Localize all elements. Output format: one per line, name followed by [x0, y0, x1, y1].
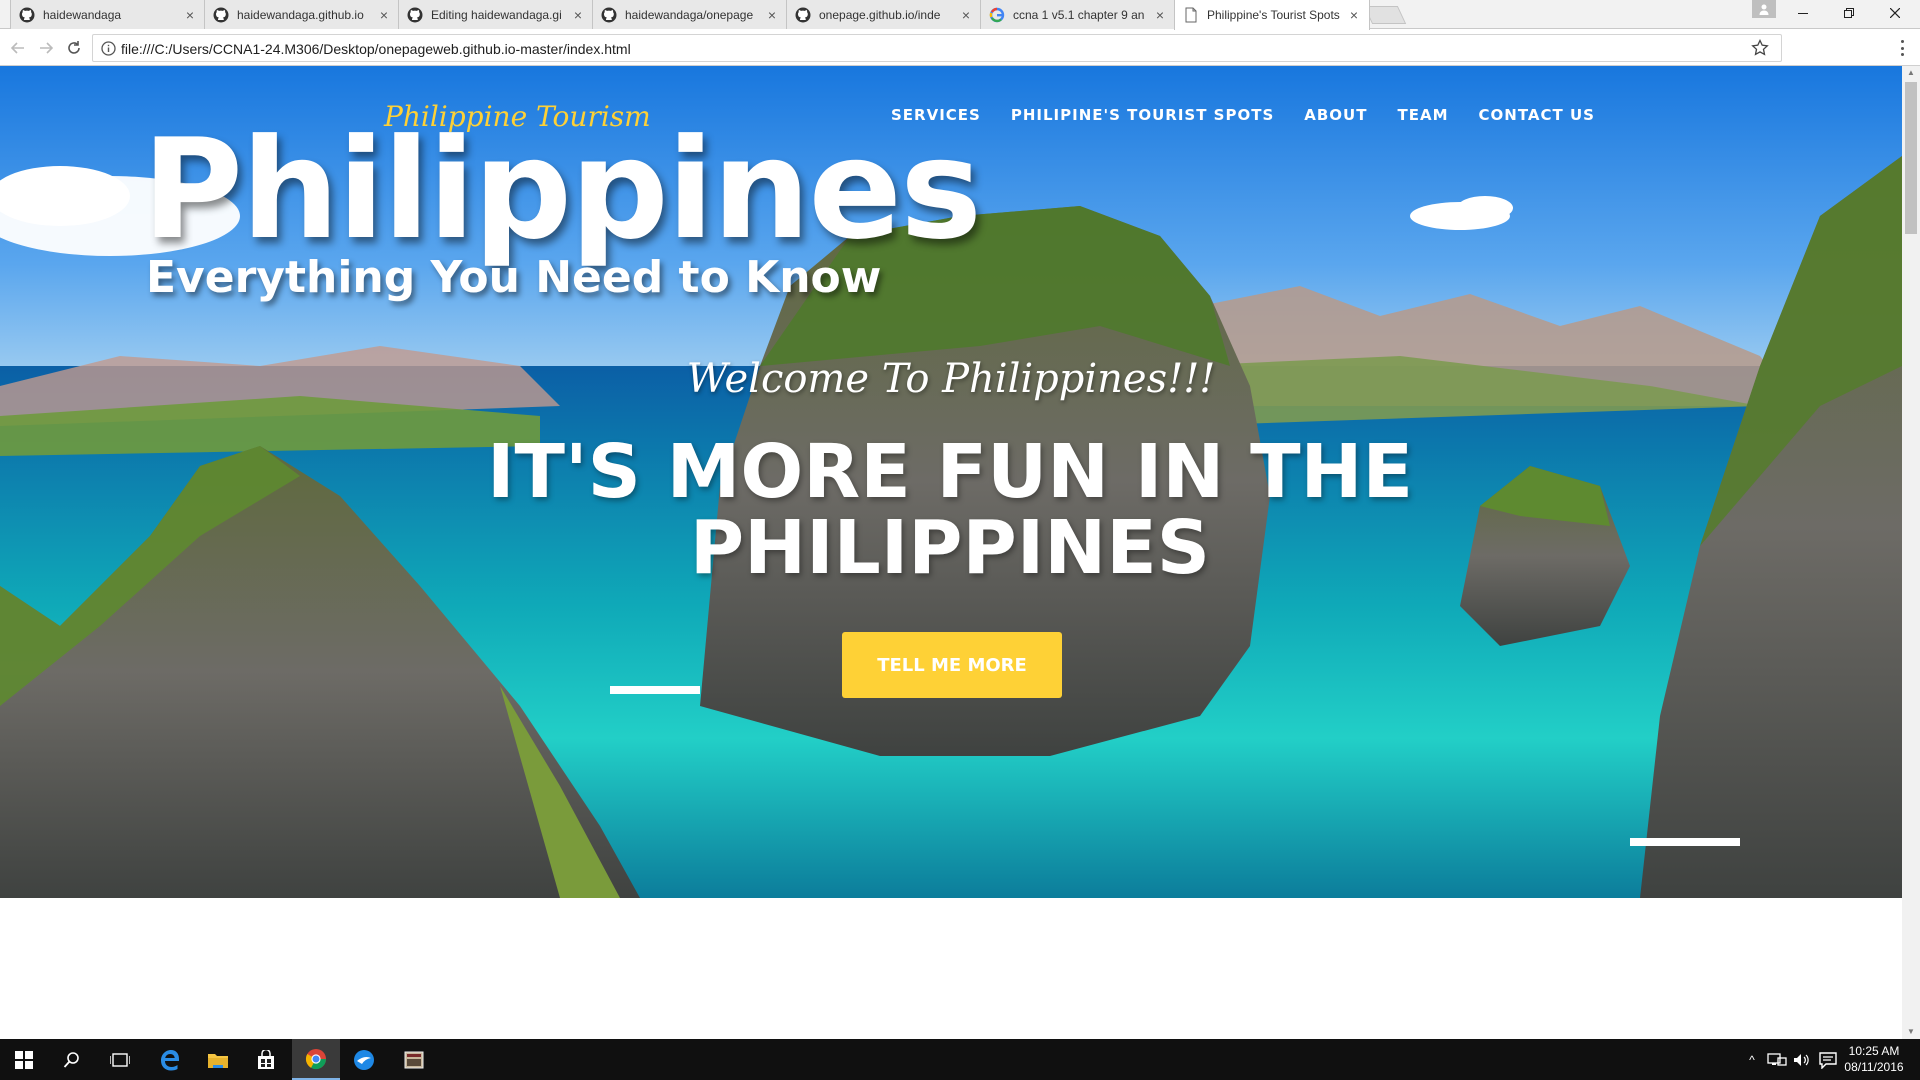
clock-time: 10:25 AM: [1848, 1044, 1900, 1058]
app-bird-icon[interactable]: [340, 1039, 388, 1080]
back-icon[interactable]: [8, 38, 28, 58]
scroll-down-icon[interactable]: ▼: [1902, 1025, 1920, 1039]
browser-tab[interactable]: haidewandaga.github.io ×: [204, 0, 400, 29]
minimize-icon[interactable]: [1780, 0, 1826, 26]
github-icon: [213, 7, 229, 22]
page-scrollbar[interactable]: ▲ ▼: [1902, 66, 1920, 1039]
google-icon: [989, 7, 1005, 22]
task-view-icon[interactable]: [96, 1039, 144, 1080]
edge-browser-icon[interactable]: [146, 1039, 194, 1080]
network-icon[interactable]: [1766, 1052, 1788, 1068]
scroll-thumb[interactable]: [1905, 82, 1917, 234]
tab-title: onepage.github.io/inde: [819, 7, 941, 22]
github-icon: [795, 7, 811, 22]
browser-toolbar: file:///C:/Users/CCNA1-24.M306/Desktop/o…: [0, 30, 1920, 66]
restore-icon[interactable]: [1826, 0, 1872, 26]
close-icon[interactable]: ×: [1153, 8, 1167, 22]
menu-icon[interactable]: [1896, 38, 1908, 58]
windows-start-icon[interactable]: [0, 1039, 48, 1080]
browser-tab[interactable]: haidewandaga ×: [10, 0, 206, 29]
page-icon: [1185, 7, 1197, 23]
browser-tab[interactable]: Editing haidewandaga.gi ×: [398, 0, 594, 29]
store-icon[interactable]: [242, 1039, 290, 1080]
close-icon[interactable]: ×: [1347, 8, 1361, 22]
github-icon: [601, 7, 617, 22]
browser-tab[interactable]: haidewandaga/onepage ×: [592, 0, 788, 29]
browser-tab-active[interactable]: Philippine's Tourist Spots ×: [1174, 0, 1370, 30]
notification-icon[interactable]: [1818, 1051, 1838, 1069]
file-explorer-icon[interactable]: [194, 1039, 242, 1080]
info-icon[interactable]: [101, 41, 116, 56]
tell-me-more-button[interactable]: TELL ME MORE: [842, 632, 1062, 698]
browser-tab[interactable]: onepage.github.io/inde ×: [786, 0, 982, 29]
volume-icon[interactable]: [1792, 1052, 1812, 1068]
close-icon[interactable]: ×: [959, 8, 973, 22]
hero-banner: Philippines Everything You Need to Know …: [0, 66, 1902, 898]
chrome-icon[interactable]: [292, 1039, 340, 1080]
tab-title: haidewandaga: [43, 7, 122, 22]
site-logo-title[interactable]: Philippines: [142, 121, 982, 259]
nav-link-team[interactable]: TEAM: [1397, 106, 1448, 124]
hero-lead-in: Welcome To Philippines!!!: [686, 356, 1216, 402]
bookmark-star-icon[interactable]: [1751, 39, 1769, 57]
github-icon: [19, 7, 35, 22]
tab-title: haidewandaga.github.io: [237, 7, 364, 22]
tab-title: ccna 1 v5.1 chapter 9 an: [1013, 7, 1145, 22]
nav-link-services[interactable]: SERVICES: [891, 106, 981, 124]
profile-icon[interactable]: [1752, 0, 1776, 18]
hero-heading: IT'S MORE FUN IN THE PHILIPPINES: [486, 429, 1414, 591]
page-viewport: Philippines Everything You Need to Know …: [0, 66, 1902, 1039]
clock-date: 08/11/2016: [1844, 1060, 1904, 1074]
url-text[interactable]: file:///C:/Users/CCNA1-24.M306/Desktop/o…: [121, 41, 631, 57]
new-tab-button[interactable]: [1363, 6, 1407, 24]
close-icon[interactable]: ×: [571, 8, 585, 22]
tab-title: haidewandaga/onepage: [625, 7, 754, 22]
close-icon[interactable]: ×: [183, 8, 197, 22]
system-tray: ^: [1742, 1039, 1838, 1080]
app-window-icon[interactable]: [390, 1039, 438, 1080]
tab-title: Editing haidewandaga.gi: [431, 7, 562, 22]
site-logo-subtitle: Everything You Need to Know: [146, 252, 882, 303]
taskbar-clock[interactable]: 10:25 AM 08/11/2016: [1838, 1043, 1910, 1075]
navbar-brand[interactable]: Philippine Tourism: [384, 100, 651, 133]
tab-title: Philippine's Tourist Spots: [1207, 8, 1340, 22]
close-icon[interactable]: ×: [377, 8, 391, 22]
search-icon[interactable]: [48, 1039, 96, 1080]
nav-link-tourist-spots[interactable]: PHILIPINE'S TOURIST SPOTS: [1011, 106, 1274, 124]
forward-icon[interactable]: [36, 38, 56, 58]
browser-tab[interactable]: ccna 1 v5.1 chapter 9 an ×: [980, 0, 1176, 29]
scroll-up-icon[interactable]: ▲: [1902, 66, 1920, 80]
nav-link-about[interactable]: ABOUT: [1304, 106, 1367, 124]
address-bar[interactable]: file:///C:/Users/CCNA1-24.M306/Desktop/o…: [92, 34, 1782, 62]
nav-link-contact[interactable]: CONTACT US: [1479, 106, 1595, 124]
chevron-up-icon[interactable]: ^: [1742, 1053, 1762, 1067]
main-nav: SERVICES PHILIPINE'S TOURIST SPOTS ABOUT…: [891, 106, 1595, 124]
close-icon[interactable]: ×: [765, 8, 779, 22]
close-window-icon[interactable]: [1872, 0, 1918, 26]
reload-icon[interactable]: [64, 38, 84, 58]
github-icon: [407, 7, 423, 22]
tab-strip: haidewandaga × haidewandaga.github.io × …: [0, 0, 1920, 30]
windows-taskbar: ^ 10:25 AM 08/11/2016: [0, 1039, 1920, 1080]
